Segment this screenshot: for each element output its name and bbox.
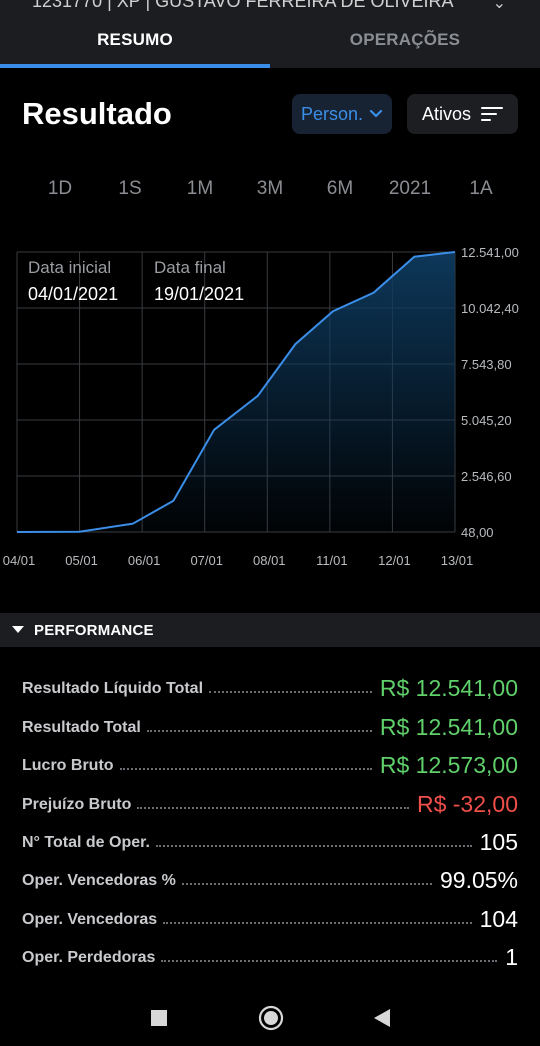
triangle-back-icon[interactable] <box>362 998 402 1038</box>
metric-value: 99.05% <box>439 867 518 894</box>
metric-label: Resultado Líquido Total <box>22 680 204 698</box>
metric-value: 1 <box>505 944 518 971</box>
chart-x-tick-label: 13/01 <box>441 553 474 568</box>
start-date[interactable]: Data inicial 04/01/2021 <box>28 258 118 305</box>
period-select-label: Person. <box>300 103 364 124</box>
metric-row: N° Total de Oper. 105 <box>22 818 518 856</box>
dotted-leader <box>209 691 372 694</box>
chart-x-tick-label: 04/01 <box>3 553 36 568</box>
metric-label: Oper. Vencedoras <box>22 910 158 928</box>
chart-x-tick-label: 12/01 <box>378 553 411 568</box>
dotted-leader <box>155 844 472 847</box>
end-date-label: Data final <box>154 258 226 277</box>
account-bar[interactable]: 1231770 | XP | GUSTAVO FERREIRA DE OLIVE… <box>0 0 540 12</box>
metric-row: Oper. Perdedoras 1 <box>22 933 518 971</box>
metric-label: Oper. Vencedoras % <box>22 872 176 890</box>
chart-y-tick-label: 7.543,80 <box>461 357 512 372</box>
dotted-leader <box>161 960 498 963</box>
metric-row: Prejuízo Bruto R$ -32,00 <box>22 779 518 817</box>
metric-label: N° Total de Oper. <box>22 833 150 851</box>
metric-row: Lucro Bruto R$ 12.573,00 <box>22 741 518 779</box>
metric-value: R$ -32,00 <box>416 790 518 817</box>
chart-x-tick-label: 11/01 <box>316 553 348 568</box>
performance-list: Resultado Líquido Total R$ 12.541,00 Res… <box>22 664 518 971</box>
performance-header[interactable]: PERFORMANCE <box>0 613 540 647</box>
start-date-value: 04/01/2021 <box>28 284 119 304</box>
metric-label: Resultado Total <box>22 718 141 736</box>
metric-label: Lucro Bruto <box>22 757 114 775</box>
assets-filter-button[interactable]: Ativos <box>407 94 518 134</box>
tab-bar: RESUMO OPERAÇÕES <box>0 12 540 68</box>
metric-row: Resultado Total R$ 12.541,00 <box>22 702 518 740</box>
active-tab-indicator <box>0 64 270 68</box>
metric-value: R$ 12.541,00 <box>379 713 518 740</box>
metric-value: R$ 12.573,00 <box>379 752 518 779</box>
period-select-button[interactable]: Person. <box>292 94 392 134</box>
square-recents-icon[interactable] <box>139 998 179 1038</box>
filter-sort-icon <box>481 107 504 121</box>
range-3m[interactable]: 3M <box>240 178 300 200</box>
result-chart[interactable]: 12.541,00 10.042,40 7.543,80 5.045,20 2.546,… <box>0 236 540 576</box>
dotted-leader <box>146 729 372 732</box>
system-navbar <box>0 990 540 1046</box>
performance-title: PERFORMANCE <box>34 621 154 639</box>
tab-operacoes[interactable]: OPERAÇÕES <box>270 12 540 68</box>
chart-x-tick-label: 06/01 <box>128 553 161 568</box>
tab-resumo[interactable]: RESUMO <box>0 12 270 68</box>
range-1s[interactable]: 1S <box>100 178 160 200</box>
metric-value: 105 <box>479 828 518 855</box>
metric-row: Oper. Vencedoras 104 <box>22 894 518 932</box>
chart-y-tick-label: 5.045,20 <box>461 413 512 428</box>
chevron-down-icon[interactable]: ⌄ <box>493 0 506 12</box>
dotted-leader <box>181 883 432 886</box>
assets-filter-label: Ativos <box>421 103 472 124</box>
chart-x-tick-label: 05/01 <box>65 553 98 568</box>
dotted-leader <box>163 921 472 924</box>
range-2021[interactable]: 2021 <box>380 178 440 200</box>
chart-x-tick-label: 08/01 <box>253 553 286 568</box>
end-date-value: 19/01/2021 <box>154 284 245 304</box>
range-1d[interactable]: 1D <box>30 178 90 200</box>
start-date-label: Data inicial <box>28 258 112 277</box>
chart-y-tick-label: 12.541,00 <box>461 245 519 260</box>
metric-row: Oper. Vencedoras % 99.05% <box>22 856 518 894</box>
metric-row: Resultado Líquido Total R$ 12.541,00 <box>22 664 518 702</box>
dotted-leader <box>137 806 409 809</box>
account-name: 1231770 | XP | GUSTAVO FERREIRA DE OLIVE… <box>32 0 454 11</box>
chart-x-tick-label: 07/01 <box>190 553 223 568</box>
metric-value: R$ 12.541,00 <box>379 675 518 702</box>
chart-y-tick-label: 10.042,40 <box>461 301 519 316</box>
metric-value: 104 <box>479 905 518 932</box>
dotted-leader <box>119 768 372 771</box>
range-1m[interactable]: 1M <box>170 178 230 200</box>
range-1a[interactable]: 1A <box>451 178 511 200</box>
caret-down-icon <box>12 626 24 633</box>
page-title: Resultado <box>22 96 172 131</box>
end-date[interactable]: Data final 19/01/2021 <box>154 258 244 305</box>
chart-y-tick-label: 48,00 <box>461 525 494 540</box>
chevron-down-icon <box>369 109 383 118</box>
metric-label: Prejuízo Bruto <box>22 795 132 813</box>
circle-home-icon[interactable] <box>251 998 291 1038</box>
metric-label: Oper. Perdedoras <box>22 949 156 967</box>
range-selector: 1D 1S 1M 3M 6M 2021 1A <box>0 178 540 208</box>
range-6m[interactable]: 6M <box>310 178 370 200</box>
chart-y-tick-label: 2.546,60 <box>461 469 512 484</box>
